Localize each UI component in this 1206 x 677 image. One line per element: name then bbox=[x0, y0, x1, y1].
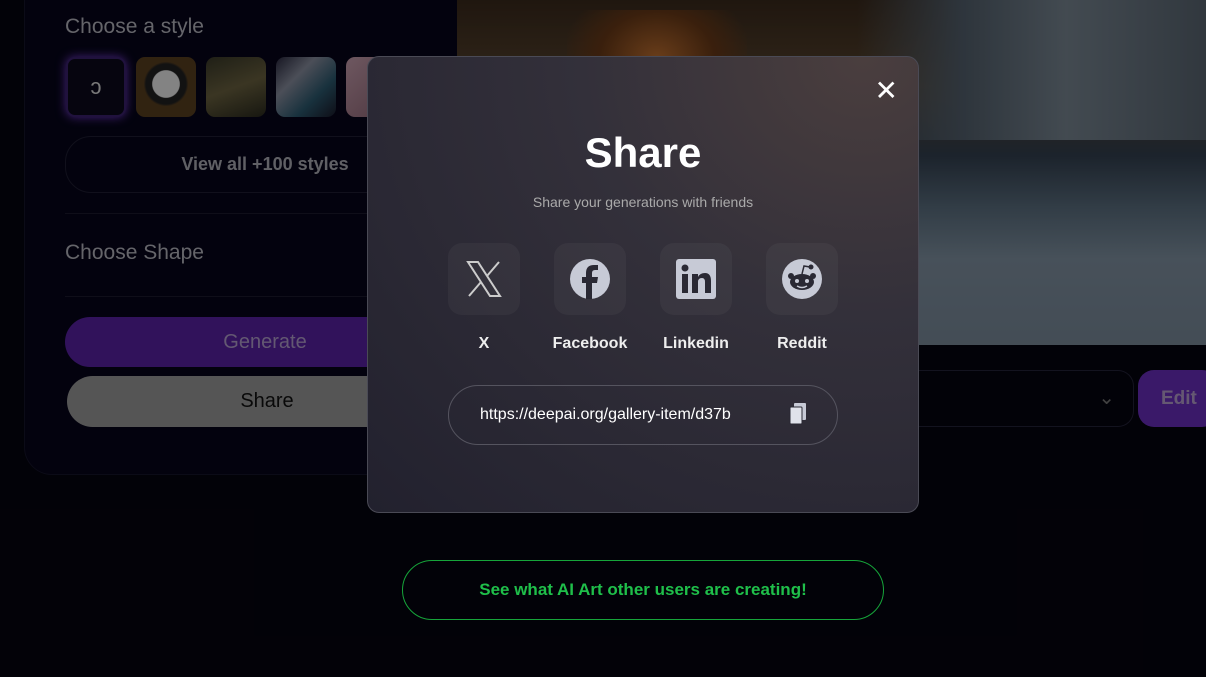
share-facebook-button[interactable] bbox=[554, 243, 626, 315]
share-link-field[interactable]: https://deepai.org/gallery-item/d37b bbox=[448, 385, 838, 445]
share-x-button[interactable] bbox=[448, 243, 520, 315]
share-linkedin-button[interactable] bbox=[660, 243, 732, 315]
gallery-link[interactable]: See what AI Art other users are creating… bbox=[402, 560, 884, 620]
close-icon[interactable]: ✕ bbox=[875, 77, 898, 105]
copy-icon[interactable] bbox=[789, 403, 807, 425]
modal-subtitle: Share your generations with friends bbox=[532, 194, 754, 210]
share-facebook-label: Facebook bbox=[552, 335, 628, 352]
share-modal: ✕ Share Share your generations with frie… bbox=[367, 56, 919, 513]
facebook-icon bbox=[570, 259, 610, 299]
share-reddit-label: Reddit bbox=[777, 335, 827, 352]
linkedin-icon bbox=[676, 259, 716, 299]
share-linkedin-label: Linkedin bbox=[663, 335, 729, 352]
share-reddit-button[interactable] bbox=[766, 243, 838, 315]
x-icon bbox=[466, 261, 502, 297]
share-link-value: https://deepai.org/gallery-item/d37b bbox=[480, 406, 731, 423]
share-x-label: X bbox=[478, 335, 490, 352]
modal-title: Share bbox=[584, 129, 702, 176]
reddit-icon bbox=[782, 259, 822, 299]
